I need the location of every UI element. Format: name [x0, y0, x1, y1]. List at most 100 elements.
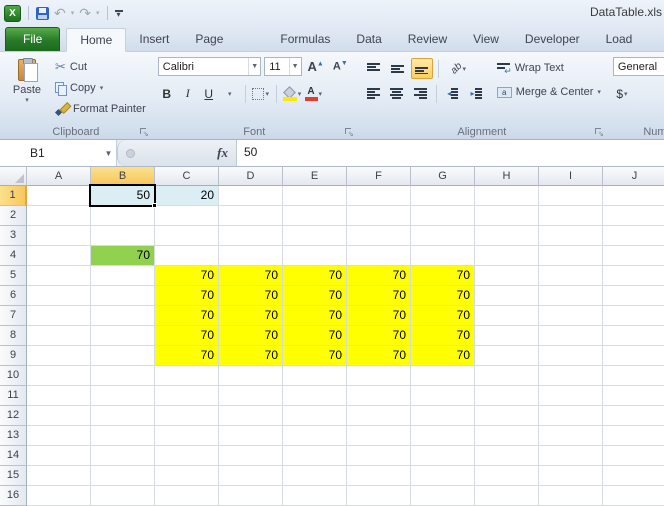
- cell-D11[interactable]: [219, 386, 283, 406]
- row-header-1[interactable]: 1: [0, 186, 27, 206]
- align-top-button[interactable]: [363, 58, 385, 79]
- cell-E6[interactable]: 70: [283, 286, 347, 306]
- clipboard-dialog-launcher-icon[interactable]: [139, 127, 149, 137]
- tab-page-layout[interactable]: Page Layout: [182, 28, 267, 51]
- font-name-combobox[interactable]: Calibri ▼: [158, 57, 262, 76]
- cell-D7[interactable]: 70: [219, 306, 283, 326]
- cell-J14[interactable]: [603, 446, 664, 466]
- cell-G5[interactable]: 70: [411, 266, 475, 286]
- cell-H2[interactable]: [475, 206, 539, 226]
- cell-I7[interactable]: [539, 306, 603, 326]
- cell-D9[interactable]: 70: [219, 346, 283, 366]
- tab-data[interactable]: Data: [343, 28, 394, 51]
- cell-D3[interactable]: [219, 226, 283, 246]
- cell-I13[interactable]: [539, 426, 603, 446]
- borders-button[interactable]: ▾: [252, 84, 270, 103]
- cell-H12[interactable]: [475, 406, 539, 426]
- cell-C5[interactable]: 70: [155, 266, 219, 286]
- cell-H14[interactable]: [475, 446, 539, 466]
- paste-button[interactable]: Paste ▾: [5, 56, 49, 126]
- cell-A2[interactable]: [27, 206, 91, 226]
- cell-C8[interactable]: 70: [155, 326, 219, 346]
- cell-I4[interactable]: [539, 246, 603, 266]
- cell-A11[interactable]: [27, 386, 91, 406]
- align-bottom-button[interactable]: [411, 58, 433, 79]
- cell-J9[interactable]: [603, 346, 664, 366]
- wrap-text-button[interactable]: Wrap Text: [493, 58, 605, 78]
- cell-B11[interactable]: [91, 386, 155, 406]
- row-header-9[interactable]: 9: [0, 346, 27, 366]
- cell-E16[interactable]: [283, 486, 347, 506]
- row-header-4[interactable]: 4: [0, 246, 27, 266]
- decrease-indent-button[interactable]: ◂: [442, 83, 463, 104]
- cell-I6[interactable]: [539, 286, 603, 306]
- cell-H9[interactable]: [475, 346, 539, 366]
- cell-J10[interactable]: [603, 366, 664, 386]
- cell-J3[interactable]: [603, 226, 664, 246]
- cell-C15[interactable]: [155, 466, 219, 486]
- cell-C3[interactable]: [155, 226, 219, 246]
- cell-J4[interactable]: [603, 246, 664, 266]
- name-box[interactable]: B1 ▼: [0, 140, 117, 166]
- cell-G7[interactable]: 70: [411, 306, 475, 326]
- cell-F8[interactable]: 70: [347, 326, 411, 346]
- column-header-G[interactable]: G: [411, 167, 475, 186]
- cell-D13[interactable]: [219, 426, 283, 446]
- orientation-button[interactable]: ab▾: [444, 58, 474, 79]
- cell-J2[interactable]: [603, 206, 664, 226]
- align-middle-button[interactable]: [387, 58, 409, 79]
- paste-dropdown-icon[interactable]: ▾: [25, 96, 29, 104]
- cell-F13[interactable]: [347, 426, 411, 446]
- cell-E12[interactable]: [283, 406, 347, 426]
- cell-I15[interactable]: [539, 466, 603, 486]
- cell-B7[interactable]: [91, 306, 155, 326]
- tab-view[interactable]: View: [460, 28, 512, 51]
- cell-B4[interactable]: 70: [91, 246, 155, 266]
- cell-I12[interactable]: [539, 406, 603, 426]
- cell-A3[interactable]: [27, 226, 91, 246]
- cell-A14[interactable]: [27, 446, 91, 466]
- align-center-button[interactable]: [386, 83, 407, 104]
- cell-H7[interactable]: [475, 306, 539, 326]
- cell-F12[interactable]: [347, 406, 411, 426]
- cell-E7[interactable]: 70: [283, 306, 347, 326]
- row-header-12[interactable]: 12: [0, 406, 27, 426]
- cell-A16[interactable]: [27, 486, 91, 506]
- cell-E8[interactable]: 70: [283, 326, 347, 346]
- cell-A9[interactable]: [27, 346, 91, 366]
- cell-E13[interactable]: [283, 426, 347, 446]
- cell-H15[interactable]: [475, 466, 539, 486]
- cell-H1[interactable]: [475, 186, 539, 206]
- cell-B9[interactable]: [91, 346, 155, 366]
- cell-C11[interactable]: [155, 386, 219, 406]
- cell-F15[interactable]: [347, 466, 411, 486]
- column-header-J[interactable]: J: [603, 167, 664, 186]
- save-icon[interactable]: [36, 7, 49, 20]
- cell-H8[interactable]: [475, 326, 539, 346]
- cell-J15[interactable]: [603, 466, 664, 486]
- cell-F3[interactable]: [347, 226, 411, 246]
- cell-J1[interactable]: [603, 186, 664, 206]
- cell-C14[interactable]: [155, 446, 219, 466]
- cell-F14[interactable]: [347, 446, 411, 466]
- row-header-10[interactable]: 10: [0, 366, 27, 386]
- row-header-8[interactable]: 8: [0, 326, 27, 346]
- row-header-11[interactable]: 11: [0, 386, 27, 406]
- cell-C7[interactable]: 70: [155, 306, 219, 326]
- cell-H10[interactable]: [475, 366, 539, 386]
- redo-icon[interactable]: [79, 7, 91, 19]
- cell-J6[interactable]: [603, 286, 664, 306]
- cell-A15[interactable]: [27, 466, 91, 486]
- select-all-corner[interactable]: [0, 167, 27, 186]
- cell-B10[interactable]: [91, 366, 155, 386]
- cell-G3[interactable]: [411, 226, 475, 246]
- cell-I11[interactable]: [539, 386, 603, 406]
- cell-E3[interactable]: [283, 226, 347, 246]
- bold-button[interactable]: B: [158, 84, 176, 103]
- cell-G8[interactable]: 70: [411, 326, 475, 346]
- cell-C9[interactable]: 70: [155, 346, 219, 366]
- cell-F2[interactable]: [347, 206, 411, 226]
- cell-F10[interactable]: [347, 366, 411, 386]
- cell-C4[interactable]: [155, 246, 219, 266]
- cell-I8[interactable]: [539, 326, 603, 346]
